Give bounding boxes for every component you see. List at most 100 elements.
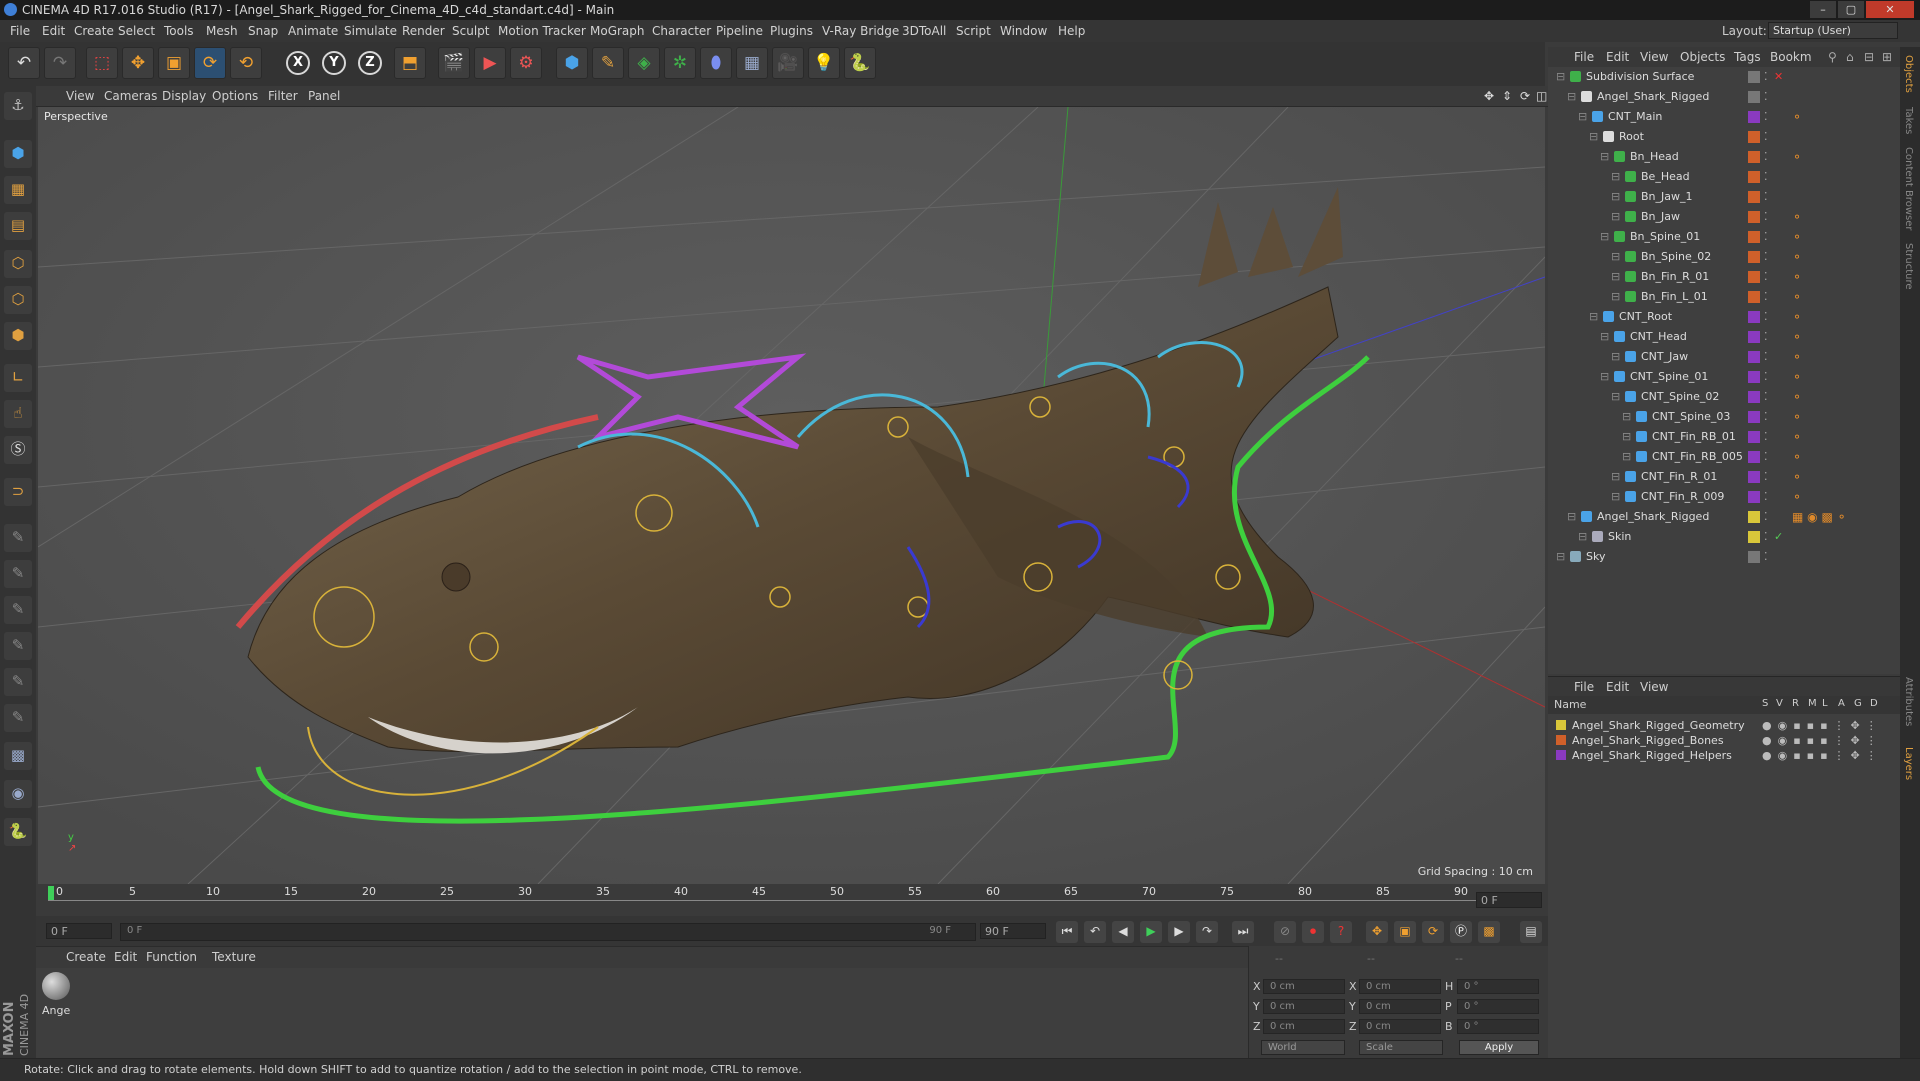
expand-toggle-icon[interactable]: ⊟ bbox=[1556, 70, 1565, 83]
object-name[interactable]: CNT_Spine_02 bbox=[1641, 390, 1719, 403]
object-tags-icon[interactable]: ⚬ bbox=[1792, 470, 1802, 484]
rotate-icon[interactable]: ⟳ bbox=[194, 47, 226, 79]
visibility-dots-icon[interactable]: ⁚ bbox=[1764, 70, 1768, 83]
move-icon[interactable]: ✥ bbox=[122, 47, 154, 79]
y-axis-icon[interactable]: Y bbox=[322, 51, 346, 75]
layer-color-swatch[interactable] bbox=[1748, 291, 1760, 303]
layer-color-swatch[interactable] bbox=[1748, 211, 1760, 223]
maximize-button[interactable]: ▢ bbox=[1838, 1, 1864, 18]
lm-menu-view[interactable]: View bbox=[1640, 680, 1668, 694]
weight-tool-icon[interactable]: ◉ bbox=[4, 780, 32, 808]
visibility-dots-icon[interactable]: ⁚ bbox=[1764, 170, 1768, 183]
visibility-dots-icon[interactable]: ⁚ bbox=[1764, 310, 1768, 323]
expand-toggle-icon[interactable]: ⊟ bbox=[1622, 410, 1631, 423]
viewport-rotate-icon[interactable]: ⟳ bbox=[1520, 89, 1530, 103]
go-to-start-icon[interactable]: ⏮ bbox=[1056, 921, 1078, 943]
subdivision-surface-icon[interactable]: ◈ bbox=[628, 47, 660, 79]
layer-name[interactable]: Angel_Shark_Rigged_Bones bbox=[1572, 734, 1724, 747]
object-name[interactable]: Bn_Spine_01 bbox=[1630, 230, 1700, 243]
expand-toggle-icon[interactable]: ⊟ bbox=[1611, 390, 1620, 403]
object-row[interactable]: ⊟ CNT_Head ⁚ ⚬ bbox=[1548, 327, 1900, 347]
object-tags-icon[interactable]: ⚬ bbox=[1792, 490, 1802, 504]
menu-pipeline[interactable]: Pipeline bbox=[716, 24, 763, 38]
expand-toggle-icon[interactable]: ⊟ bbox=[1611, 210, 1620, 223]
layer-color-swatch[interactable] bbox=[1748, 111, 1760, 123]
expand-toggle-icon[interactable]: ⊟ bbox=[1611, 490, 1620, 503]
render-view-icon[interactable]: 🎬 bbox=[438, 47, 470, 79]
object-tags-icon[interactable]: ⚬ bbox=[1792, 230, 1802, 244]
object-name[interactable]: CNT_Jaw bbox=[1641, 350, 1688, 363]
layer-color-swatch[interactable] bbox=[1748, 231, 1760, 243]
material-menu-create[interactable]: Create bbox=[66, 950, 106, 964]
visibility-dots-icon[interactable]: ⁚ bbox=[1764, 470, 1768, 483]
play-icon[interactable]: ▶ bbox=[1140, 921, 1162, 943]
object-name[interactable]: CNT_Root bbox=[1619, 310, 1672, 323]
size-z-field[interactable]: 0 cm bbox=[1359, 1019, 1441, 1034]
om-menu-file[interactable]: File bbox=[1574, 50, 1594, 64]
viewport-menu-display[interactable]: Display bbox=[162, 89, 206, 103]
expand-toggle-icon[interactable]: ⊟ bbox=[1611, 470, 1620, 483]
next-frame-icon[interactable]: ▶ bbox=[1168, 921, 1190, 943]
om-menu-view[interactable]: View bbox=[1640, 50, 1668, 64]
edges-mode-icon[interactable]: ⬡ bbox=[4, 286, 32, 314]
visibility-dots-icon[interactable]: ⁚ bbox=[1764, 290, 1768, 303]
minimize-button[interactable]: – bbox=[1810, 1, 1836, 18]
previous-key-icon[interactable]: ↶ bbox=[1084, 921, 1106, 943]
visibility-dots-icon[interactable]: ⁚ bbox=[1764, 90, 1768, 103]
object-tags-icon[interactable]: ⚬ bbox=[1792, 390, 1802, 404]
playhead[interactable] bbox=[48, 886, 54, 900]
viewport-menu-view[interactable]: View bbox=[66, 89, 94, 103]
layer-name[interactable]: Angel_Shark_Rigged_Helpers bbox=[1572, 749, 1732, 762]
edit-render-settings-icon[interactable]: ⚙ bbox=[510, 47, 542, 79]
menu-3dtoall[interactable]: 3DToAll bbox=[902, 24, 946, 38]
expand-toggle-icon[interactable]: ⊟ bbox=[1600, 370, 1609, 383]
cloner-icon[interactable]: ✲ bbox=[664, 47, 696, 79]
layer-color-swatch[interactable] bbox=[1748, 251, 1760, 263]
floor-icon[interactable]: ▦ bbox=[736, 47, 768, 79]
object-tags-icon[interactable]: ⚬ bbox=[1792, 210, 1802, 224]
object-name[interactable]: Sky bbox=[1586, 550, 1605, 563]
sculpt-flatten-icon[interactable]: ✎ bbox=[4, 632, 32, 660]
tab-attributes[interactable]: Attributes bbox=[1903, 677, 1914, 726]
polygons-mode-icon[interactable]: ⬢ bbox=[4, 322, 32, 350]
layer-color-swatch[interactable] bbox=[1748, 451, 1760, 463]
tab-layers[interactable]: Layers bbox=[1903, 747, 1914, 780]
menu-motion-tracker[interactable]: Motion Tracker bbox=[498, 24, 586, 38]
sculpt-brush-icon[interactable]: ✎ bbox=[4, 524, 32, 552]
object-name[interactable]: CNT_Fin_RB_01 bbox=[1652, 430, 1736, 443]
record-mode-icon[interactable]: ⊘ bbox=[1274, 921, 1296, 943]
layer-color-swatch[interactable] bbox=[1748, 391, 1760, 403]
key-param-icon[interactable]: Ⓟ bbox=[1450, 921, 1472, 943]
start-frame-field[interactable]: 0 F bbox=[46, 923, 112, 939]
menu-sculpt[interactable]: Sculpt bbox=[452, 24, 489, 38]
layer-row[interactable]: Angel_Shark_Rigged_Helpers ●◉▪▪▪⋮✥⋮ bbox=[1548, 748, 1900, 763]
menu-script[interactable]: Script bbox=[956, 24, 991, 38]
snap-icon[interactable]: Ⓢ bbox=[4, 436, 32, 464]
expand-toggle-icon[interactable]: ⊟ bbox=[1556, 550, 1565, 563]
rotation-p-field[interactable]: 0 ° bbox=[1457, 999, 1539, 1014]
expand-toggle-icon[interactable]: ⊟ bbox=[1600, 330, 1609, 343]
object-row[interactable]: ⊟ Be_Head ⁚ bbox=[1548, 167, 1900, 187]
layer-row[interactable]: Angel_Shark_Rigged_Bones ●◉▪▪▪⋮✥⋮ bbox=[1548, 733, 1900, 748]
object-tags-icon[interactable]: ⚬ bbox=[1792, 310, 1802, 324]
object-row[interactable]: ⊟ Sky ⁚ bbox=[1548, 547, 1900, 567]
texture-mode-icon[interactable]: ▦ bbox=[4, 176, 32, 204]
layout-select[interactable]: Startup (User) bbox=[1768, 22, 1898, 39]
object-name[interactable]: Bn_Jaw_1 bbox=[1641, 190, 1693, 203]
axis-mode-icon[interactable]: ∟ bbox=[4, 364, 32, 392]
visibility-dots-icon[interactable]: ⁚ bbox=[1764, 210, 1768, 223]
tab-objects[interactable]: Objects bbox=[1903, 55, 1914, 93]
viewport-menu-panel[interactable]: Panel bbox=[308, 89, 340, 103]
visibility-dots-icon[interactable]: ⁚ bbox=[1764, 370, 1768, 383]
expand-toggle-icon[interactable]: ⊟ bbox=[1622, 430, 1631, 443]
object-tags-icon[interactable]: ⚬ bbox=[1792, 370, 1802, 384]
viewport-zoom-icon[interactable]: ⇕ bbox=[1502, 89, 1512, 103]
object-tags-icon[interactable]: ⚬ bbox=[1792, 290, 1802, 304]
object-row[interactable]: ⊟ Root ⁚ bbox=[1548, 127, 1900, 147]
layer-toggle-icons[interactable]: ●◉▪▪▪⋮✥⋮ bbox=[1762, 719, 1883, 732]
layer-color-swatch[interactable] bbox=[1748, 491, 1760, 503]
layer-color-swatch[interactable] bbox=[1748, 71, 1760, 83]
expand-toggle-icon[interactable]: ⊟ bbox=[1589, 310, 1598, 323]
menu-simulate[interactable]: Simulate bbox=[344, 24, 397, 38]
menu-plugins[interactable]: Plugins bbox=[770, 24, 813, 38]
